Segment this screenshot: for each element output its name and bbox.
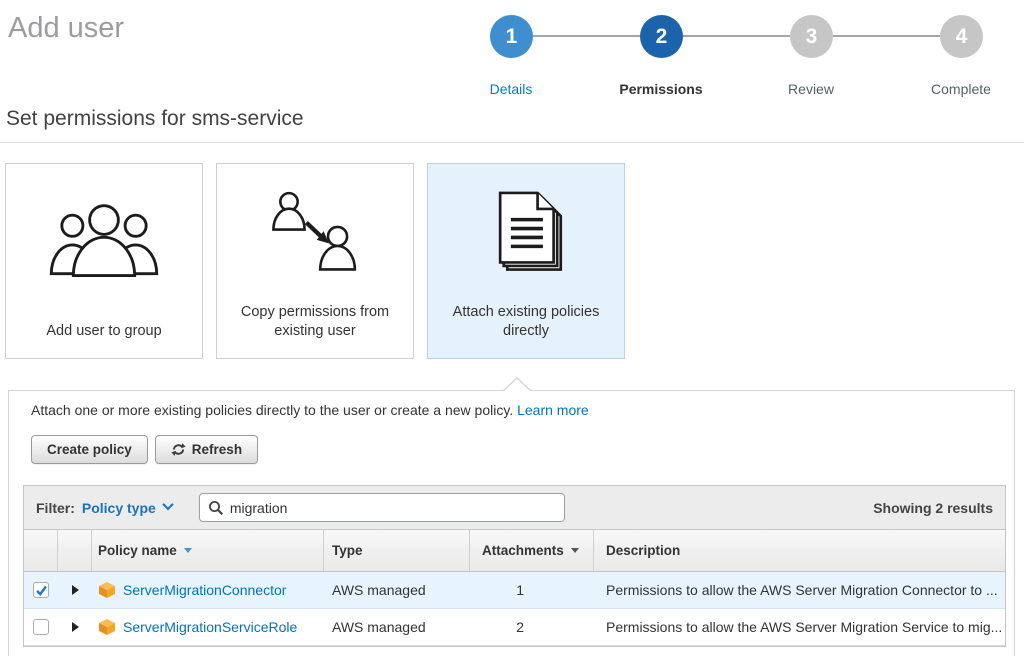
policy-search-box[interactable] bbox=[199, 493, 565, 522]
policy-type-cell: AWS managed bbox=[324, 609, 470, 645]
description-cell: Permissions to allow the AWS Server Migr… bbox=[594, 609, 1005, 645]
add-user-wizard-page: Add user 1 2 3 4 Details Permissions Rev… bbox=[0, 0, 1024, 656]
filter-bar: Filter: Policy type Showing 2 results bbox=[24, 486, 1005, 530]
header-type: Type bbox=[324, 530, 470, 571]
copy-permissions-icon bbox=[263, 164, 367, 303]
create-policy-button[interactable]: Create policy bbox=[31, 435, 148, 464]
toolbar: Create policy Refresh bbox=[31, 435, 258, 464]
refresh-icon bbox=[171, 442, 186, 457]
search-icon bbox=[208, 500, 224, 516]
managed-policy-icon bbox=[98, 581, 116, 599]
page-title: Add user bbox=[8, 12, 124, 45]
heading-divider bbox=[0, 142, 1024, 143]
section-heading: Set permissions for sms-service bbox=[6, 107, 304, 131]
header-policy-name[interactable]: Policy name bbox=[92, 530, 324, 571]
policy-name-link[interactable]: ServerMigrationServiceRole bbox=[123, 619, 297, 635]
policy-search-input[interactable] bbox=[230, 500, 556, 516]
header-expand-column bbox=[58, 530, 92, 571]
option-card-copy-permissions[interactable]: Copy permissions from existing user bbox=[216, 163, 414, 359]
header-attachments[interactable]: Attachments bbox=[470, 530, 594, 571]
expand-row-icon[interactable] bbox=[72, 622, 79, 632]
checkmark-icon bbox=[35, 584, 48, 597]
description-cell: Permissions to allow the AWS Server Migr… bbox=[594, 572, 1005, 608]
step-connector bbox=[683, 35, 790, 37]
sort-desc-icon bbox=[184, 548, 192, 553]
step-3-circle: 3 bbox=[790, 15, 833, 58]
option-card-attach-policies[interactable]: Attach existing policies directly bbox=[427, 163, 625, 359]
step-1-circle[interactable]: 1 bbox=[490, 15, 533, 58]
panel-description: Attach one or more existing policies dir… bbox=[31, 402, 589, 418]
table-row[interactable]: ServerMigrationServiceRole AWS managed 2… bbox=[24, 609, 1005, 646]
header-checkbox-column bbox=[24, 530, 58, 571]
row-checkbox-unchecked[interactable] bbox=[33, 619, 49, 635]
table-header: Policy name Type Attachments Description bbox=[24, 530, 1005, 572]
row-checkbox-checked[interactable] bbox=[33, 582, 49, 598]
table-row[interactable]: ServerMigrationConnector AWS managed 1 P… bbox=[24, 572, 1005, 609]
policy-documents-icon bbox=[477, 164, 575, 303]
step-2-label: Permissions bbox=[591, 81, 731, 97]
sort-desc-icon bbox=[571, 548, 579, 553]
refresh-button-label: Refresh bbox=[192, 442, 242, 457]
chevron-down-icon bbox=[162, 498, 173, 509]
learn-more-link[interactable]: Learn more bbox=[517, 402, 589, 418]
step-3-label: Review bbox=[741, 81, 881, 97]
refresh-button[interactable]: Refresh bbox=[155, 435, 258, 464]
option-card-label: Add user to group bbox=[24, 322, 183, 358]
policy-type-cell: AWS managed bbox=[324, 572, 470, 608]
attachments-cell: 1 bbox=[470, 572, 594, 608]
user-group-icon bbox=[46, 164, 162, 322]
policy-name-link[interactable]: ServerMigrationConnector bbox=[123, 582, 286, 598]
step-2-circle: 2 bbox=[640, 15, 683, 58]
policies-table: Filter: Policy type Showing 2 results bbox=[23, 485, 1006, 647]
step-1-label[interactable]: Details bbox=[441, 81, 581, 97]
header-description: Description bbox=[594, 530, 1005, 571]
step-4-circle: 4 bbox=[940, 15, 983, 58]
attachments-cell: 2 bbox=[470, 609, 594, 645]
step-4-label: Complete bbox=[891, 81, 1024, 97]
option-card-add-user-to-group[interactable]: Add user to group bbox=[5, 163, 203, 359]
expand-row-icon[interactable] bbox=[72, 585, 79, 595]
attach-policies-panel: Attach one or more existing policies dir… bbox=[8, 390, 1015, 656]
managed-policy-icon bbox=[98, 618, 116, 636]
filter-type-dropdown[interactable]: Policy type bbox=[82, 500, 172, 516]
step-connector bbox=[533, 35, 640, 37]
filter-label: Filter: bbox=[36, 500, 75, 516]
results-count: Showing 2 results bbox=[873, 500, 993, 516]
step-connector bbox=[833, 35, 940, 37]
option-card-label: Copy permissions from existing user bbox=[217, 303, 413, 358]
option-card-label: Attach existing policies directly bbox=[428, 303, 624, 358]
